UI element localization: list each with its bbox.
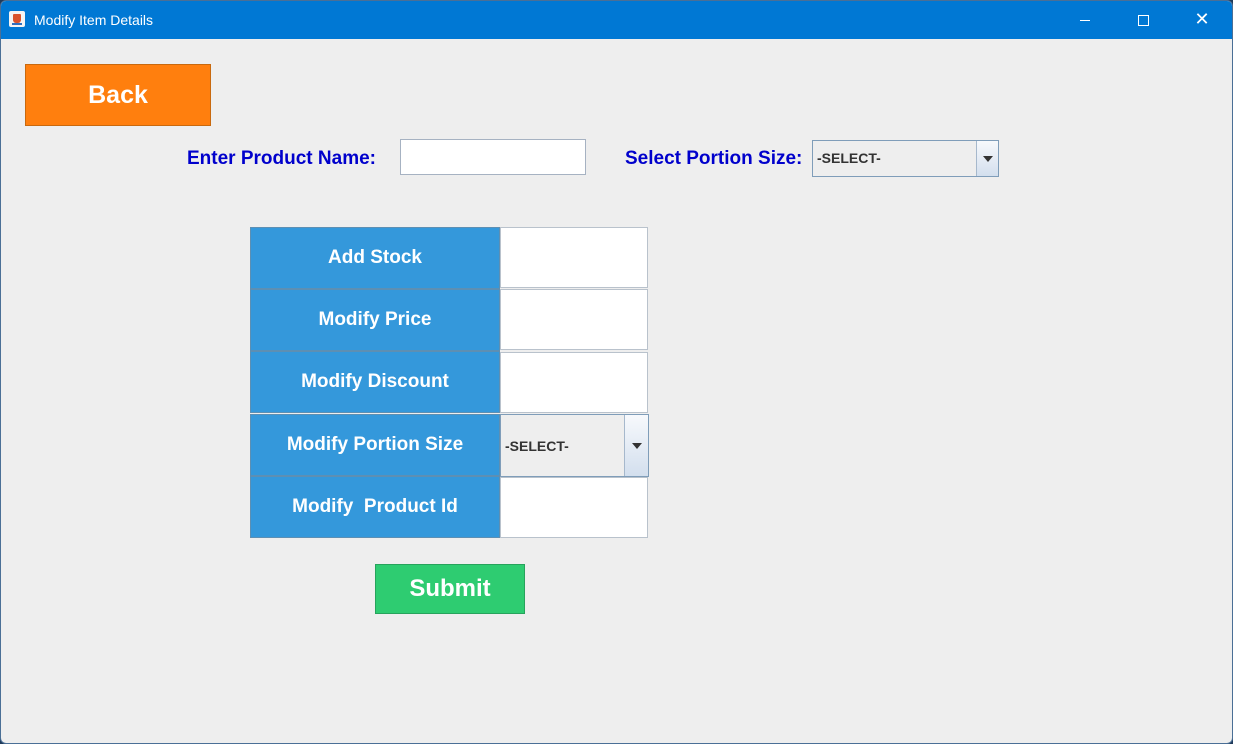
maximize-icon	[1137, 14, 1149, 26]
portion-size-selected: -SELECT-	[817, 150, 881, 166]
caret-down-icon	[982, 155, 993, 162]
app-window: Modify Item Details ✕ Back Enter Product…	[0, 0, 1233, 744]
modify-portion-size-selected: -SELECT-	[505, 438, 569, 454]
product-name-input[interactable]	[400, 139, 586, 175]
modify-discount-label: Modify Discount	[250, 351, 500, 413]
modify-portion-size-label: Modify Portion Size	[250, 414, 500, 476]
modify-portion-size-select[interactable]: -SELECT-	[500, 414, 649, 477]
minimize-button[interactable]	[1056, 1, 1114, 39]
close-button[interactable]: ✕	[1173, 1, 1231, 39]
modify-discount-input[interactable]	[500, 352, 648, 413]
add-stock-input[interactable]	[500, 227, 648, 288]
modify-product-id-label: Modify Product Id	[250, 476, 500, 538]
caret-down-icon	[631, 442, 642, 449]
minimize-icon	[1080, 19, 1090, 21]
portion-size-select[interactable]: -SELECT-	[812, 140, 999, 177]
add-stock-label: Add Stock	[250, 227, 500, 289]
dropdown-arrow-button[interactable]	[624, 415, 648, 476]
title-bar[interactable]: Modify Item Details ✕	[1, 1, 1232, 39]
product-name-label: Enter Product Name:	[187, 148, 376, 169]
close-icon: ✕	[1194, 9, 1210, 30]
portion-size-label: Select Portion Size:	[625, 148, 803, 169]
back-button[interactable]: Back	[25, 64, 211, 126]
window-title: Modify Item Details	[34, 12, 154, 28]
modify-price-input[interactable]	[500, 289, 648, 350]
maximize-button[interactable]	[1114, 1, 1172, 39]
dropdown-arrow-button[interactable]	[976, 141, 998, 176]
modify-product-id-input[interactable]	[500, 477, 648, 538]
java-cup-icon	[9, 11, 25, 27]
modify-price-label: Modify Price	[250, 289, 500, 351]
submit-button[interactable]: Submit	[375, 564, 525, 614]
